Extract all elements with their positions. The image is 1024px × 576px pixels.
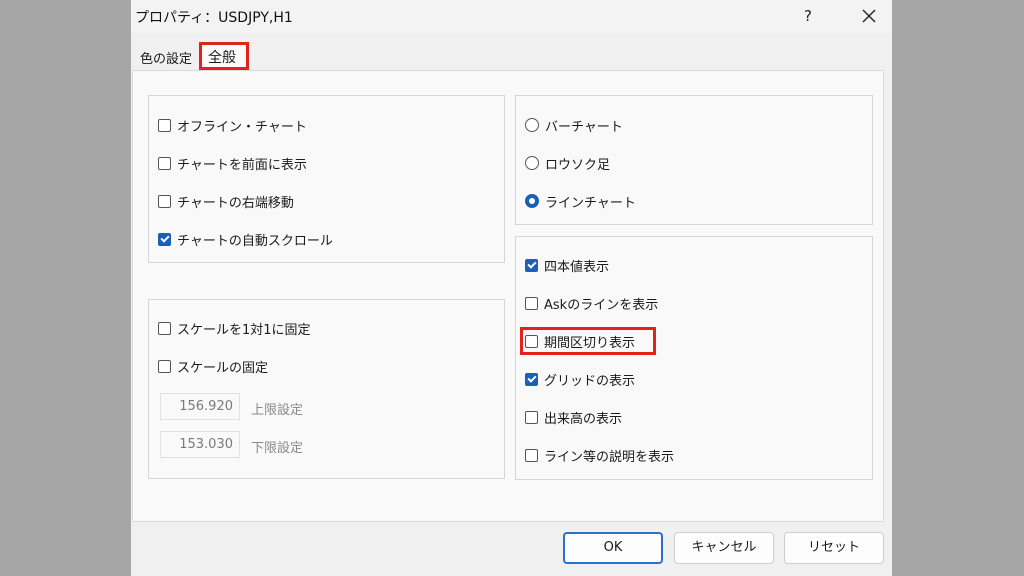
checkbox-box: [158, 232, 171, 246]
close-icon: [862, 9, 876, 23]
chart-type-group: バーチャート ロウソク足 ラインチャート: [515, 95, 873, 225]
radio-label: ロウソク足: [545, 157, 611, 173]
checkbox-label: 出来高の表示: [544, 411, 623, 427]
checkbox-box: [158, 359, 171, 373]
chart-options-group: オフライン・チャート チャートを前面に表示 チャートの右端移動 チャートの自動ス…: [148, 95, 505, 263]
scale-lower-label: 下限設定: [251, 441, 304, 456]
bar-chart-radio[interactable]: バーチャート: [525, 115, 623, 135]
radio-circle: [525, 118, 539, 132]
properties-dialog: プロパティ：USDJPY,H1 ? 色の設定 全般 オフライン・チャート チャー…: [131, 0, 892, 576]
scale-lower-input[interactable]: 153.030: [160, 431, 240, 458]
scale-fix-checkbox[interactable]: スケールの固定: [158, 356, 268, 376]
checkbox-label: 四本値表示: [544, 259, 610, 275]
radio-circle: [525, 194, 539, 208]
cancel-button[interactable]: キャンセル: [674, 532, 774, 564]
reset-button[interactable]: リセット: [784, 532, 884, 564]
chart-shift-checkbox[interactable]: チャートの右端移動: [158, 191, 294, 211]
display-options-group: 四本値表示 Askのラインを表示 期間区切り表示 グリッドの表示 出来高の表示: [515, 236, 873, 480]
scale-fix-one-to-one-checkbox[interactable]: スケールを1対1に固定: [158, 318, 311, 338]
close-button[interactable]: [855, 3, 883, 29]
checkbox-label: チャートを前面に表示: [177, 157, 307, 173]
checkbox-box: [158, 321, 171, 335]
window-title: プロパティ：USDJPY,H1: [135, 10, 293, 26]
chart-foreground-checkbox[interactable]: チャートを前面に表示: [158, 153, 307, 173]
checkbox-box: [525, 372, 538, 386]
checkbox-box: [158, 194, 171, 208]
offline-chart-checkbox[interactable]: オフライン・チャート: [158, 115, 307, 135]
tab-general[interactable]: 全般: [199, 42, 249, 70]
show-object-descriptions-checkbox[interactable]: ライン等の説明を表示: [525, 445, 674, 465]
checkbox-label: Askのラインを表示: [544, 297, 659, 313]
radio-label: ラインチャート: [545, 195, 636, 211]
tab-bar: 色の設定 全般: [131, 33, 892, 71]
scale-options-group: スケールを1対1に固定 スケールの固定 156.920 上限設定 153.030…: [148, 299, 505, 479]
radio-label: バーチャート: [545, 119, 623, 135]
checkbox-box: [525, 258, 538, 272]
candlestick-radio[interactable]: ロウソク足: [525, 153, 610, 173]
checkbox-box: [525, 448, 538, 462]
show-ohlc-checkbox[interactable]: 四本値表示: [525, 255, 609, 275]
show-volume-checkbox[interactable]: 出来高の表示: [525, 407, 622, 427]
show-ask-line-checkbox[interactable]: Askのラインを表示: [525, 293, 658, 313]
line-chart-radio[interactable]: ラインチャート: [525, 191, 636, 211]
checkbox-label: グリッドの表示: [544, 373, 636, 389]
scale-upper-input[interactable]: 156.920: [160, 393, 240, 420]
checkbox-box: [158, 118, 171, 132]
chart-autoscroll-checkbox[interactable]: チャートの自動スクロール: [158, 229, 333, 249]
checkbox-box: [525, 296, 538, 310]
general-tab-panel: オフライン・チャート チャートを前面に表示 チャートの右端移動 チャートの自動ス…: [132, 70, 884, 522]
help-button[interactable]: ?: [801, 7, 815, 25]
scale-upper-label: 上限設定: [251, 403, 304, 418]
highlight-frame: [520, 327, 656, 355]
checkbox-label: スケールを1対1に固定: [177, 322, 311, 338]
ok-button[interactable]: OK: [563, 532, 663, 564]
radio-circle: [525, 156, 539, 170]
checkbox-label: チャートの自動スクロール: [177, 233, 333, 249]
checkbox-label: スケールの固定: [177, 360, 269, 376]
show-grid-checkbox[interactable]: グリッドの表示: [525, 369, 635, 389]
checkbox-box: [158, 156, 171, 170]
title-bar: プロパティ：USDJPY,H1 ?: [131, 0, 892, 33]
checkbox-label: オフライン・チャート: [177, 119, 307, 135]
checkbox-label: チャートの右端移動: [177, 195, 294, 211]
checkbox-box: [525, 410, 538, 424]
checkbox-label: ライン等の説明を表示: [544, 449, 675, 465]
